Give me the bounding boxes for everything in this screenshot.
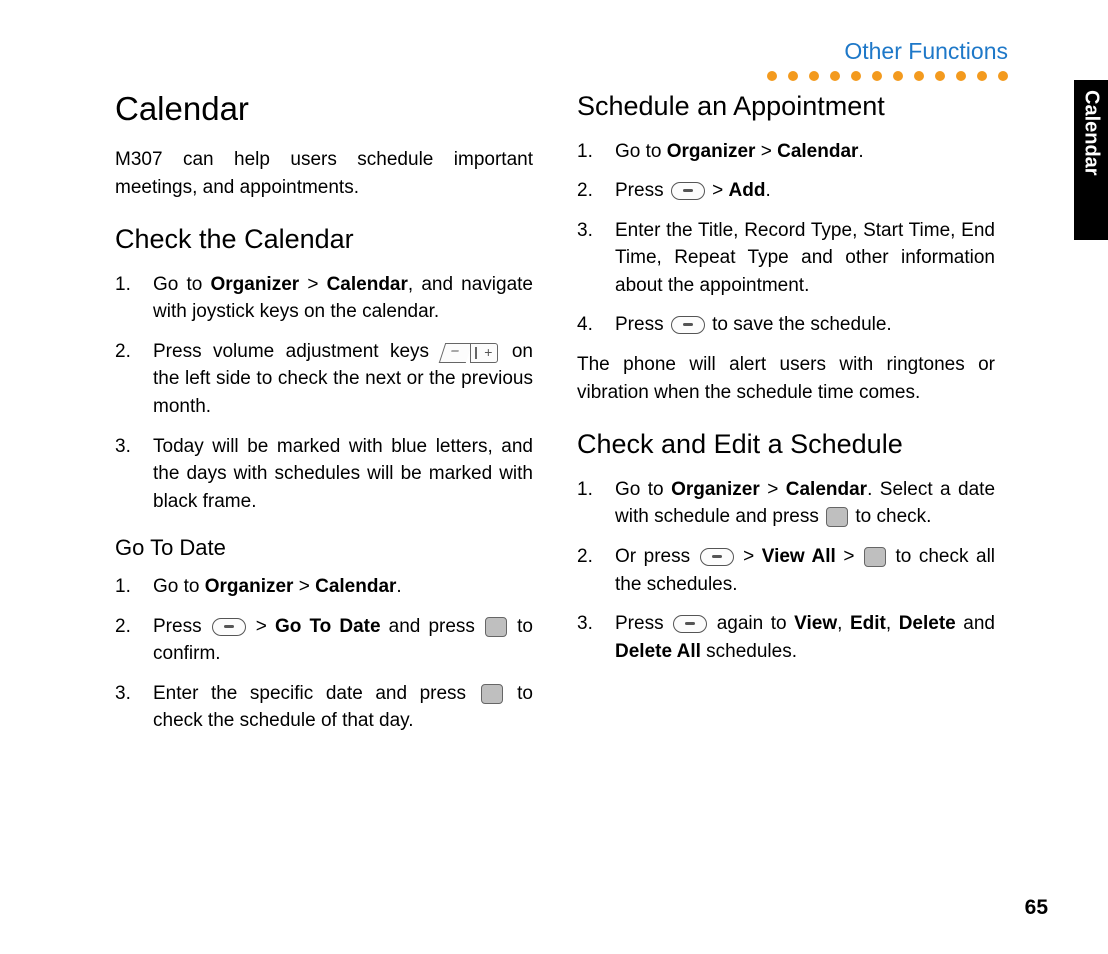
list-item: Go to Organizer > Calendar, and navigate…	[115, 271, 533, 326]
list-item: Go to Organizer > Calendar.	[577, 138, 995, 166]
schedule-list: Go to Organizer > Calendar. Press > Add.…	[577, 138, 995, 339]
check-heading: Check the Calendar	[115, 223, 533, 257]
intro-text: M307 can help users schedule important m…	[115, 146, 533, 201]
list-item: Enter the specific date and press to che…	[115, 680, 533, 735]
list-item: Enter the Title, Record Type, Start Time…	[577, 217, 995, 300]
side-tab-label: Calendar	[1080, 90, 1103, 176]
side-tab: Calendar	[1074, 80, 1108, 240]
softkey-icon	[700, 548, 734, 566]
softkey-icon	[671, 182, 705, 200]
check-list: Go to Organizer > Calendar, and navigate…	[115, 271, 533, 515]
list-item: Go to Organizer > Calendar.	[115, 573, 533, 601]
list-item: Today will be marked with blue letters, …	[115, 433, 533, 516]
decorative-dots	[767, 71, 1008, 81]
softkey-icon	[671, 316, 705, 334]
centerkey-icon	[485, 617, 507, 637]
softkey-icon	[212, 618, 246, 636]
centerkey-icon	[826, 507, 848, 527]
page-number: 65	[1025, 896, 1048, 920]
content-area: Calendar M307 can help users schedule im…	[115, 90, 995, 747]
page-title: Calendar	[115, 90, 533, 128]
list-item: Press to save the schedule.	[577, 311, 995, 339]
list-item: Press > Add.	[577, 177, 995, 205]
right-column: Schedule an Appointment Go to Organizer …	[577, 90, 995, 747]
goto-list: Go to Organizer > Calendar. Press > Go T…	[115, 573, 533, 735]
list-item: Press again to View, Edit, Delete and De…	[577, 610, 995, 665]
edit-list: Go to Organizer > Calendar. Select a dat…	[577, 476, 995, 665]
header-region: Other Functions	[767, 38, 1008, 81]
centerkey-icon	[481, 684, 503, 704]
list-item: Or press > View All > to check all the s…	[577, 543, 995, 598]
softkey-icon	[673, 615, 707, 633]
centerkey-icon	[864, 547, 886, 567]
left-column: Calendar M307 can help users schedule im…	[115, 90, 533, 747]
schedule-heading: Schedule an Appointment	[577, 90, 995, 124]
section-link: Other Functions	[767, 38, 1008, 65]
volume-keys-icon	[442, 343, 498, 361]
list-item: Press > Go To Date and press to confirm.	[115, 613, 533, 668]
list-item: Go to Organizer > Calendar. Select a dat…	[577, 476, 995, 531]
list-item: Press volume adjustment keys on the left…	[115, 338, 533, 421]
edit-heading: Check and Edit a Schedule	[577, 428, 995, 462]
schedule-note: The phone will alert users with ringtone…	[577, 351, 995, 406]
goto-heading: Go To Date	[115, 535, 533, 561]
